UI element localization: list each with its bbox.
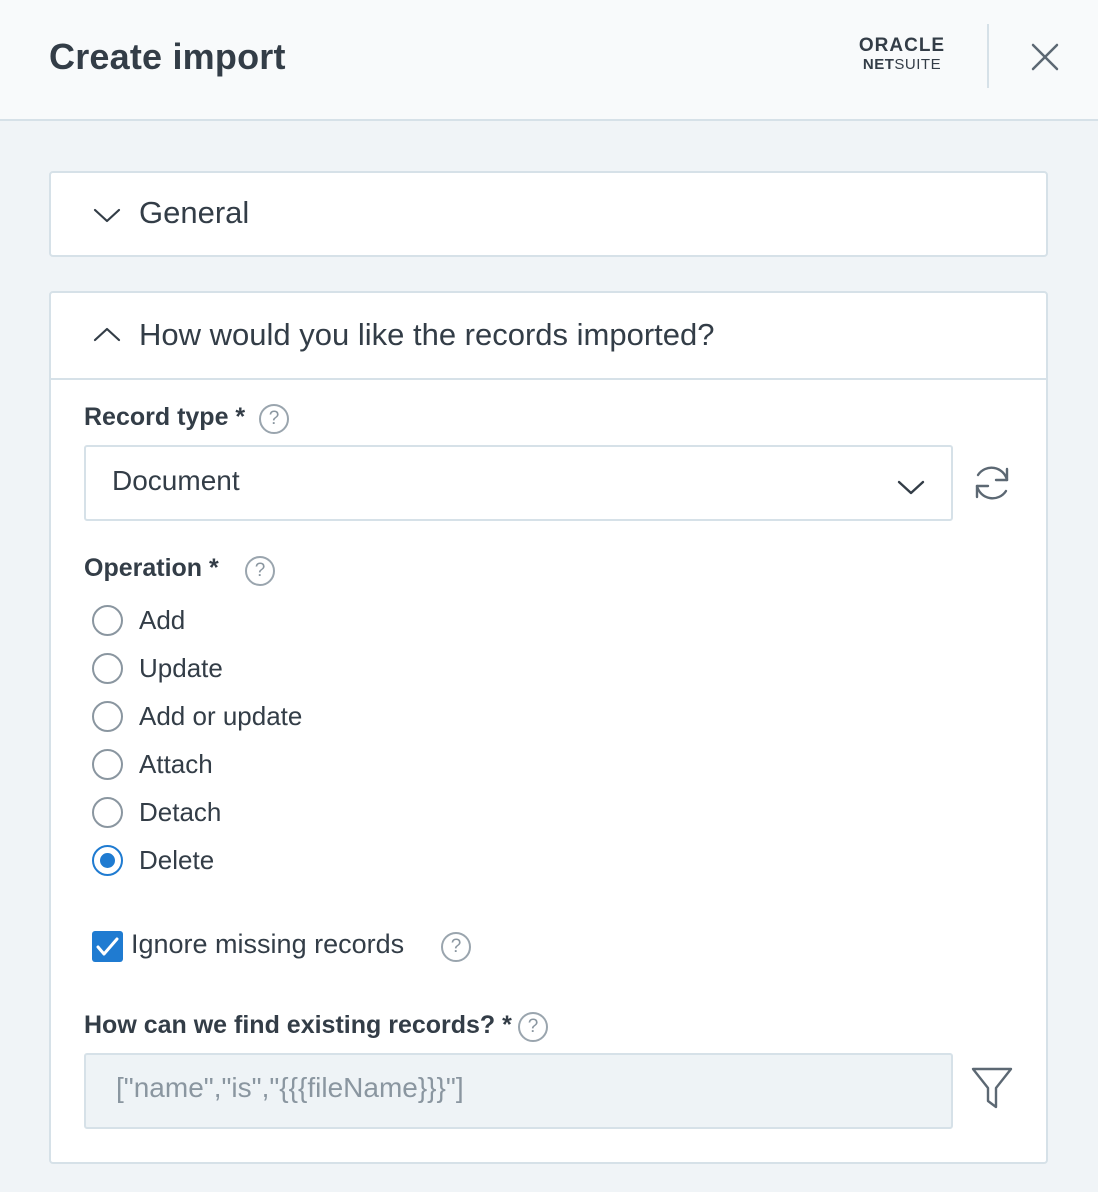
help-icon[interactable]: ? xyxy=(441,932,471,962)
logo-suite-text: SUITE xyxy=(894,56,942,73)
radio-button[interactable] xyxy=(92,605,123,636)
ignore-missing-records-label[interactable]: Ignore missing records xyxy=(131,929,404,960)
find-existing-records-label: How can we find existing records? * xyxy=(84,1011,512,1039)
operation-option-label: Update xyxy=(139,653,223,683)
check-icon xyxy=(96,937,119,956)
close-button[interactable] xyxy=(1024,36,1066,78)
radio-button[interactable] xyxy=(92,749,123,780)
radio-button[interactable] xyxy=(92,653,123,684)
radio-button-selected[interactable] xyxy=(92,845,123,876)
radio-button[interactable] xyxy=(92,701,123,732)
operation-option-label: Delete xyxy=(139,845,215,875)
record-type-value: Document xyxy=(112,465,240,496)
oracle-netsuite-logo: ORACLE NETSUITE xyxy=(848,36,956,74)
page-title: Create import xyxy=(49,36,286,77)
operation-option-label: Add or update xyxy=(139,701,303,731)
import-options-panel: How would you like the records imported?… xyxy=(49,291,1048,1164)
refresh-icon[interactable] xyxy=(969,460,1015,506)
general-panel: General xyxy=(49,171,1048,257)
operation-option-label: Detach xyxy=(139,797,222,827)
logo-net-text: NET xyxy=(862,56,895,73)
ignore-missing-records-checkbox[interactable] xyxy=(92,931,123,962)
logo-netsuite-text: NETSUITE xyxy=(848,56,956,74)
logo-oracle-text: ORACLE xyxy=(858,35,946,56)
chevron-up-icon xyxy=(93,327,121,342)
help-icon[interactable]: ? xyxy=(518,1012,548,1042)
operation-option-label: Add xyxy=(139,605,186,635)
radio-button[interactable] xyxy=(92,797,123,828)
chevron-down-icon xyxy=(897,480,925,495)
import-options-panel-title: How would you like the records imported? xyxy=(139,317,715,352)
chevron-down-icon xyxy=(93,208,121,223)
operation-label: Operation * xyxy=(84,554,219,582)
close-icon xyxy=(1031,43,1059,71)
record-type-select[interactable]: Document xyxy=(84,445,953,521)
find-existing-records-field[interactable]: ["name","is","{{{fileName}}}"] xyxy=(84,1053,953,1129)
record-type-label: Record type * xyxy=(84,403,246,431)
help-icon[interactable]: ? xyxy=(245,556,275,586)
help-icon[interactable]: ? xyxy=(259,404,289,434)
operation-option-label: Attach xyxy=(139,749,213,779)
general-panel-header[interactable]: General xyxy=(51,173,1046,259)
drawer-header: Create import ORACLE NETSUITE xyxy=(0,0,1098,121)
import-options-panel-header[interactable]: How would you like the records imported? xyxy=(51,293,1046,380)
general-panel-title: General xyxy=(139,195,250,230)
filter-icon[interactable] xyxy=(969,1063,1015,1113)
header-divider xyxy=(987,24,989,88)
find-existing-records-value: ["name","is","{{{fileName}}}"] xyxy=(116,1072,464,1103)
